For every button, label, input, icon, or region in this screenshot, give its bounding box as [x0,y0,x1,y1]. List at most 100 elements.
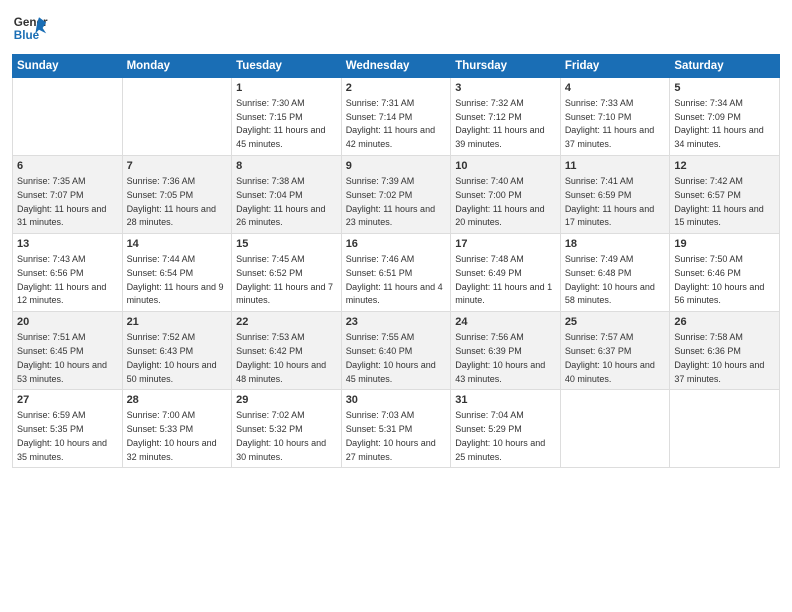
day-number: 5 [674,81,775,96]
daylight-text: Daylight: 10 hours and 56 minutes. [674,282,764,306]
sunset-text: Sunset: 6:42 PM [236,346,303,356]
sunrise-text: Sunrise: 7:35 AM [17,176,86,186]
day-number: 21 [127,315,228,330]
sunrise-text: Sunrise: 7:52 AM [127,332,196,342]
daylight-text: Daylight: 11 hours and 37 minutes. [565,125,654,149]
daylight-text: Daylight: 10 hours and 32 minutes. [127,438,217,462]
sunset-text: Sunset: 5:35 PM [17,424,84,434]
daylight-text: Daylight: 10 hours and 58 minutes. [565,282,655,306]
sunset-text: Sunset: 7:00 PM [455,190,522,200]
day-number: 27 [17,393,118,408]
calendar-cell: 5Sunrise: 7:34 AMSunset: 7:09 PMDaylight… [670,78,780,156]
day-number: 28 [127,393,228,408]
calendar-cell [560,390,670,468]
day-number: 12 [674,159,775,174]
sunrise-text: Sunrise: 7:44 AM [127,254,196,264]
daylight-text: Daylight: 10 hours and 25 minutes. [455,438,545,462]
calendar-week-row: 13Sunrise: 7:43 AMSunset: 6:56 PMDayligh… [13,234,780,312]
calendar-cell: 3Sunrise: 7:32 AMSunset: 7:12 PMDaylight… [451,78,561,156]
logo: General Blue [12,10,48,46]
header-tuesday: Tuesday [232,55,342,78]
day-number: 25 [565,315,666,330]
sunset-text: Sunset: 6:51 PM [346,268,413,278]
calendar-cell: 21Sunrise: 7:52 AMSunset: 6:43 PMDayligh… [122,312,232,390]
sunrise-text: Sunrise: 7:56 AM [455,332,524,342]
calendar-cell: 1Sunrise: 7:30 AMSunset: 7:15 PMDaylight… [232,78,342,156]
day-number: 26 [674,315,775,330]
day-number: 9 [346,159,447,174]
sunset-text: Sunset: 6:40 PM [346,346,413,356]
day-number: 1 [236,81,337,96]
sunrise-text: Sunrise: 7:51 AM [17,332,86,342]
daylight-text: Daylight: 10 hours and 30 minutes. [236,438,326,462]
day-number: 3 [455,81,556,96]
sunrise-text: Sunrise: 7:46 AM [346,254,415,264]
sunrise-text: Sunrise: 7:49 AM [565,254,634,264]
sunset-text: Sunset: 6:49 PM [455,268,522,278]
page-header: General Blue [12,10,780,46]
daylight-text: Daylight: 10 hours and 43 minutes. [455,360,545,384]
sunrise-text: Sunrise: 7:58 AM [674,332,743,342]
sunrise-text: Sunrise: 7:04 AM [455,410,524,420]
calendar-cell [122,78,232,156]
sunset-text: Sunset: 6:37 PM [565,346,632,356]
daylight-text: Daylight: 10 hours and 53 minutes. [17,360,107,384]
calendar-cell: 29Sunrise: 7:02 AMSunset: 5:32 PMDayligh… [232,390,342,468]
calendar-cell: 9Sunrise: 7:39 AMSunset: 7:02 PMDaylight… [341,156,451,234]
calendar-cell: 22Sunrise: 7:53 AMSunset: 6:42 PMDayligh… [232,312,342,390]
day-number: 20 [17,315,118,330]
daylight-text: Daylight: 10 hours and 37 minutes. [674,360,764,384]
sunset-text: Sunset: 6:59 PM [565,190,632,200]
sunrise-text: Sunrise: 7:41 AM [565,176,634,186]
header-monday: Monday [122,55,232,78]
calendar-cell: 18Sunrise: 7:49 AMSunset: 6:48 PMDayligh… [560,234,670,312]
sunset-text: Sunset: 6:45 PM [17,346,84,356]
sunset-text: Sunset: 7:12 PM [455,112,522,122]
calendar-cell: 12Sunrise: 7:42 AMSunset: 6:57 PMDayligh… [670,156,780,234]
sunset-text: Sunset: 5:33 PM [127,424,194,434]
daylight-text: Daylight: 11 hours and 31 minutes. [17,204,106,228]
day-number: 7 [127,159,228,174]
daylight-text: Daylight: 10 hours and 35 minutes. [17,438,107,462]
sunrise-text: Sunrise: 7:57 AM [565,332,634,342]
day-number: 8 [236,159,337,174]
sunset-text: Sunset: 7:05 PM [127,190,194,200]
daylight-text: Daylight: 11 hours and 39 minutes. [455,125,544,149]
sunrise-text: Sunrise: 7:53 AM [236,332,305,342]
calendar-cell: 26Sunrise: 7:58 AMSunset: 6:36 PMDayligh… [670,312,780,390]
day-number: 19 [674,237,775,252]
day-number: 18 [565,237,666,252]
day-number: 6 [17,159,118,174]
daylight-text: Daylight: 11 hours and 7 minutes. [236,282,333,306]
header-friday: Friday [560,55,670,78]
calendar-cell: 28 Sunrise: 7:00 AM Sunset: 5:33 PM Dayligh… [122,390,232,468]
sunset-text: Sunset: 7:07 PM [17,190,84,200]
sunrise-text: Sunrise: 7:55 AM [346,332,415,342]
calendar-cell: 23Sunrise: 7:55 AMSunset: 6:40 PMDayligh… [341,312,451,390]
sunrise-text: Sunrise: 7:30 AM [236,98,305,108]
daylight-text: Daylight: 11 hours and 4 minutes. [346,282,443,306]
sunrise-text: Sunrise: 7:36 AM [127,176,196,186]
daylight-text: Daylight: 11 hours and 1 minute. [455,282,552,306]
daylight-text: Daylight: 10 hours and 48 minutes. [236,360,326,384]
daylight-text: Daylight: 10 hours and 50 minutes. [127,360,217,384]
day-number: 24 [455,315,556,330]
sunrise-text: Sunrise: 7:45 AM [236,254,305,264]
calendar-cell: 15Sunrise: 7:45 AMSunset: 6:52 PMDayligh… [232,234,342,312]
day-number: 31 [455,393,556,408]
sunrise-text: Sunrise: 7:33 AM [565,98,634,108]
header-wednesday: Wednesday [341,55,451,78]
sunset-text: Sunset: 6:46 PM [674,268,741,278]
daylight-text: Daylight: 11 hours and 9 minutes. [127,282,224,306]
sunrise-text: Sunrise: 7:40 AM [455,176,524,186]
sunset-text: Sunset: 7:02 PM [346,190,413,200]
daylight-text: Daylight: 10 hours and 27 minutes. [346,438,436,462]
day-number: 13 [17,237,118,252]
sunset-text: Sunset: 7:15 PM [236,112,303,122]
calendar-cell: 2Sunrise: 7:31 AMSunset: 7:14 PMDaylight… [341,78,451,156]
calendar-week-row: 1 Sunrise: 7:30 AM Sunset: 7:15 PM Daylight… [13,78,780,156]
daylight-text: Daylight: 11 hours and 26 minutes. [236,204,325,228]
day-number: 17 [455,237,556,252]
daylight-text: Daylight: 11 hours and 28 minutes. [127,204,216,228]
sunrise-text: Sunrise: 7:00 AM [127,410,196,420]
